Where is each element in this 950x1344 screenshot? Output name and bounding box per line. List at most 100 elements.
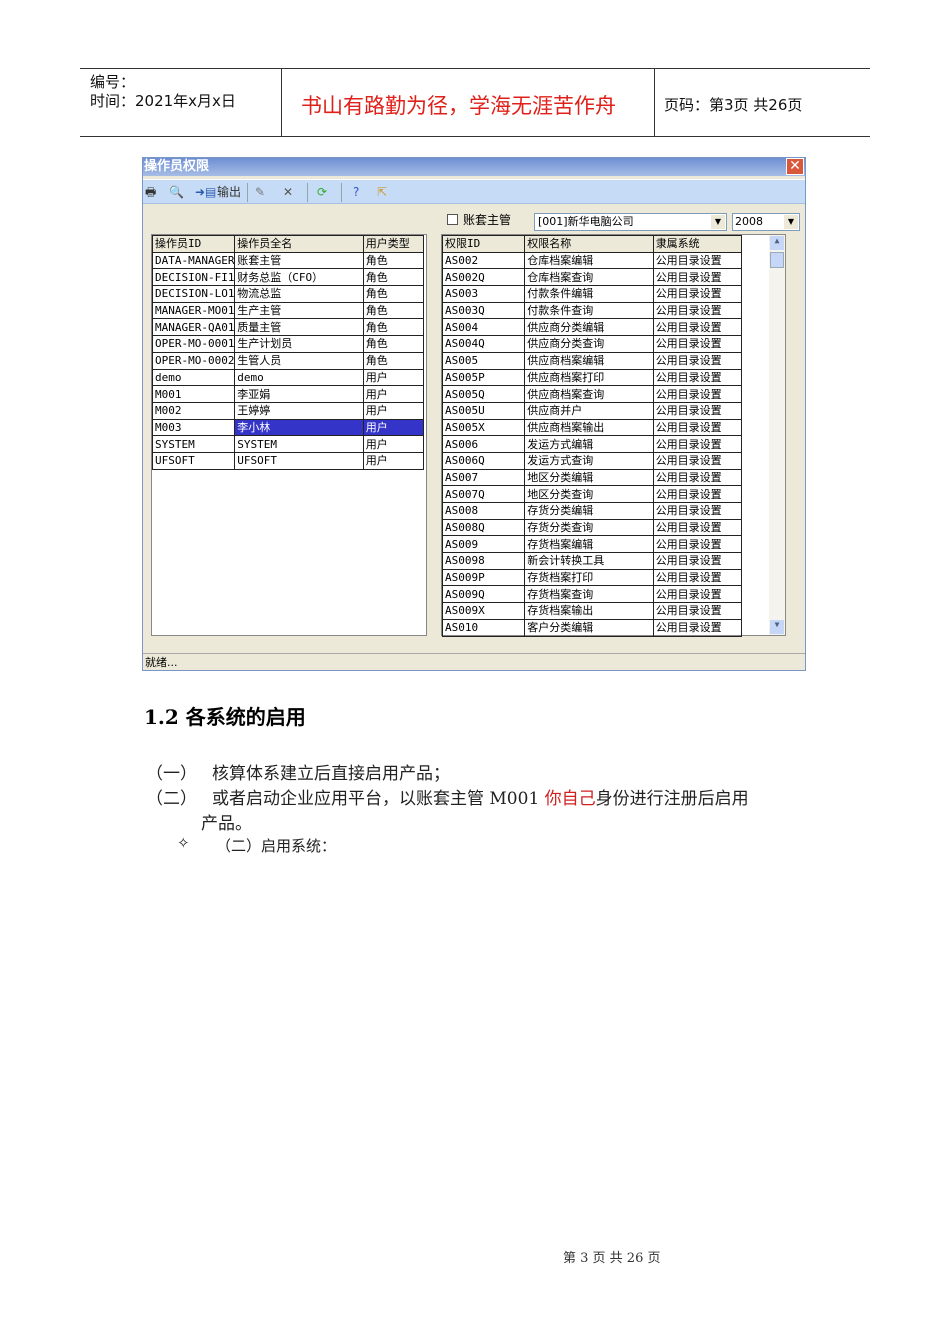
table-cell: 公用目录设置 — [652, 251, 743, 270]
scrollbar[interactable]: ▲ ▼ — [769, 235, 785, 635]
chevron-down-icon[interactable]: ▼ — [784, 215, 798, 229]
table-cell: OPER-MO-0002 — [151, 351, 236, 370]
table-cell: 公用目录设置 — [652, 285, 743, 303]
operator-row[interactable]: MANAGER-MO01 生产主管 角色 — [151, 301, 425, 320]
permission-row[interactable]: AS010 客户分类编辑 公用目录设置 — [441, 618, 743, 637]
scroll-thumb[interactable] — [770, 252, 784, 268]
permission-row[interactable]: AS002 仓库档案编辑 公用目录设置 — [441, 251, 743, 270]
table-cell: AS006Q — [441, 451, 526, 470]
permission-row[interactable]: AS007 地区分类编辑 公用目录设置 — [441, 468, 743, 487]
operator-row[interactable]: OPER-MO-0001 生产计划员 角色 — [151, 335, 425, 353]
table-cell: AS005P — [441, 368, 526, 387]
column-header[interactable]: 操作员全名 — [234, 235, 364, 253]
help-icon[interactable]: ? — [353, 184, 359, 201]
permission-row[interactable]: AS0098 新会计转换工具 公用目录设置 — [441, 552, 743, 570]
refresh-icon[interactable]: ⟳ — [317, 184, 327, 201]
table-cell: 角色 — [362, 251, 425, 270]
column-header[interactable]: 用户类型 — [362, 235, 425, 253]
print-icon[interactable]: 🖶 — [145, 184, 156, 201]
table-cell: 发运方式查询 — [524, 451, 654, 470]
permission-row[interactable]: AS007Q 地区分类查询 公用目录设置 — [441, 485, 743, 503]
table-cell: 仓库档案查询 — [524, 268, 654, 287]
permission-row[interactable]: AS005 供应商档案编辑 公用目录设置 — [441, 351, 743, 370]
table-cell: 角色 — [362, 285, 425, 303]
column-header[interactable]: 权限ID — [441, 235, 526, 253]
table-cell: 王婷婷 — [234, 401, 364, 420]
table-cell: 公用目录设置 — [652, 618, 743, 637]
item2-text-c: 产品。 — [201, 814, 252, 834]
permission-row[interactable]: AS005Q 供应商档案查询 公用目录设置 — [441, 385, 743, 403]
permission-row[interactable]: AS006Q 发运方式查询 公用目录设置 — [441, 451, 743, 470]
table-cell: 账套主管 — [234, 251, 364, 270]
year-select[interactable]: 2008 ▼ — [732, 213, 800, 231]
table-cell: 公用目录设置 — [652, 318, 743, 337]
table-cell: 用户 — [362, 418, 425, 437]
operator-row[interactable]: DECISION-FI1 财务总监（CFO） 角色 — [151, 268, 425, 287]
table-cell: 供应商档案输出 — [524, 418, 654, 437]
header-top-rule — [80, 68, 870, 69]
table-cell: 公用目录设置 — [652, 335, 743, 353]
scroll-down-icon[interactable]: ▼ — [770, 620, 784, 634]
account-manager-checkbox[interactable] — [447, 214, 458, 225]
permission-row[interactable]: AS003 付款条件编辑 公用目录设置 — [441, 285, 743, 303]
header-divider — [281, 68, 282, 136]
preview-icon[interactable]: 🔍 — [169, 184, 184, 201]
year-select-value: 2008 — [735, 215, 763, 228]
permission-row[interactable]: AS006 发运方式编辑 公用目录设置 — [441, 435, 743, 453]
operator-row[interactable]: DATA-MANAGER 账套主管 角色 — [151, 251, 425, 270]
operator-row[interactable]: DECISION-LO1 物流总监 角色 — [151, 285, 425, 303]
permission-row[interactable]: AS009P 存货档案打印 公用目录设置 — [441, 568, 743, 587]
table-cell: 客户分类编辑 — [524, 618, 654, 637]
operator-row[interactable]: M001 李亚娟 用户 — [151, 385, 425, 403]
table-cell: 地区分类查询 — [524, 485, 654, 503]
export-icon[interactable]: ➜▤ — [195, 184, 216, 201]
permission-row[interactable]: AS005U 供应商并户 公用目录设置 — [441, 401, 743, 420]
operator-row[interactable]: M003 李小林 用户 — [151, 418, 425, 437]
table-cell: AS005 — [441, 351, 526, 370]
permission-row[interactable]: AS004 供应商分类编辑 公用目录设置 — [441, 318, 743, 337]
operator-row[interactable]: demo demo 用户 — [151, 368, 425, 387]
operator-list[interactable]: 操作员ID 操作员全名 用户类型 DATA-MANAGER 账套主管 角色 DECISION… — [151, 234, 427, 636]
item1-text: 核算体系建立后直接启用产品； — [212, 764, 450, 784]
column-header[interactable]: 操作员ID — [151, 235, 236, 253]
operator-row[interactable]: SYSTEM SYSTEM 用户 — [151, 435, 425, 453]
table-cell: 供应商并户 — [524, 401, 654, 420]
table-cell: 公用目录设置 — [652, 401, 743, 420]
permission-list[interactable]: 权限ID 权限名称 隶属系统 AS002 仓库档案编辑 公用目录设置 AS002Q 仓库档案查… — [441, 234, 786, 637]
export-button[interactable]: 输出 — [217, 184, 241, 201]
operator-row[interactable]: OPER-MO-0002 生管人员 角色 — [151, 351, 425, 370]
table-cell: 生管人员 — [234, 351, 364, 370]
table-cell: 公用目录设置 — [652, 351, 743, 370]
permission-row[interactable]: AS002Q 仓库档案查询 公用目录设置 — [441, 268, 743, 287]
permission-row[interactable]: AS009X 存货档案输出 公用目录设置 — [441, 602, 743, 620]
table-cell: 公用目录设置 — [652, 585, 743, 604]
delete-icon[interactable]: ✕ — [283, 184, 293, 201]
permission-row[interactable]: AS003Q 付款条件查询 公用目录设置 — [441, 301, 743, 320]
close-button[interactable]: ✕ — [786, 158, 804, 175]
operator-row[interactable]: UFSOFT UFSOFT 用户 — [151, 451, 425, 470]
permission-row[interactable]: AS009Q 存货档案查询 公用目录设置 — [441, 585, 743, 604]
edit-icon[interactable]: ✎ — [255, 184, 265, 201]
operator-row[interactable]: M002 王婷婷 用户 — [151, 401, 425, 420]
column-header[interactable]: 权限名称 — [524, 235, 654, 253]
item2-text-b: 身份进行注册后启用 — [595, 789, 749, 809]
permission-row[interactable]: AS005X 供应商档案输出 公用目录设置 — [441, 418, 743, 437]
permission-row[interactable]: AS008 存货分类编辑 公用目录设置 — [441, 502, 743, 520]
table-cell: AS009 — [441, 535, 526, 554]
permission-row[interactable]: AS005P 供应商档案打印 公用目录设置 — [441, 368, 743, 387]
table-cell: UFSOFT — [234, 451, 364, 470]
exit-icon[interactable]: ⇱ — [377, 184, 387, 201]
operator-row[interactable]: MANAGER-QA01 质量主管 角色 — [151, 318, 425, 337]
table-cell: AS007Q — [441, 485, 526, 503]
scroll-up-icon[interactable]: ▲ — [770, 236, 784, 250]
permission-row[interactable]: AS009 存货档案编辑 公用目录设置 — [441, 535, 743, 554]
column-header[interactable]: 隶属系统 — [652, 235, 743, 253]
table-cell: AS009P — [441, 568, 526, 587]
operator-permission-window: 操作员权限 ✕ 🖶 🔍 ➜▤ 输出 ✎ ✕ ⟳ ? ⇱ 账套主管 [001]新华… — [142, 157, 806, 671]
permission-row[interactable]: AS008Q 存货分类查询 公用目录设置 — [441, 518, 743, 537]
table-cell: 公用目录设置 — [652, 268, 743, 287]
permission-row[interactable]: AS004Q 供应商分类查询 公用目录设置 — [441, 335, 743, 353]
account-manager-label: 账套主管 — [463, 213, 512, 227]
account-select[interactable]: [001]新华电脑公司 ▼ — [534, 213, 727, 231]
chevron-down-icon[interactable]: ▼ — [711, 215, 725, 229]
